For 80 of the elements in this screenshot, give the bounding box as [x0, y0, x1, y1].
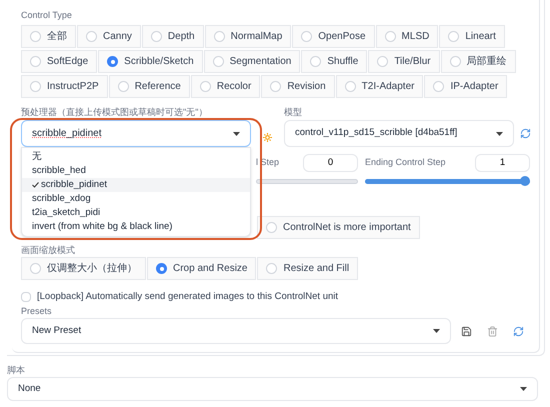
radio[interactable] — [150, 31, 162, 42]
trash-icon — [486, 326, 498, 336]
refresh-icon[interactable] — [520, 128, 531, 139]
radio-label: 仅调整大小（拉伸） — [47, 262, 137, 276]
radio-label: NormalMap — [230, 30, 282, 44]
radio[interactable] — [30, 56, 41, 67]
radio[interactable] — [450, 56, 461, 67]
number-field[interactable]: 0 — [303, 154, 358, 172]
section-label: 画面缩放模式 — [21, 244, 76, 257]
radio-label: 局部重绘 — [466, 54, 507, 69]
radio[interactable] — [156, 263, 167, 274]
slider[interactable] — [365, 176, 530, 186]
dropdown-option[interactable]: scribble_hed — [22, 164, 250, 178]
radio[interactable] — [30, 31, 41, 42]
radio-label: Canny — [103, 30, 132, 44]
radio[interactable] — [200, 81, 211, 92]
radio-label: Depth — [168, 30, 195, 44]
radio-label: Recolor — [216, 80, 252, 94]
radio-label: 全部 — [47, 30, 67, 44]
radio-label: ControlNet is more important — [283, 221, 411, 235]
dropdown-option[interactable]: scribble_pidinet — [22, 178, 250, 192]
radio[interactable] — [30, 263, 41, 274]
radio[interactable] — [212, 56, 224, 67]
radio[interactable] — [377, 56, 388, 67]
radio-label: Resize and Fill — [283, 262, 350, 276]
radio-label: T2I-Adapter — [362, 80, 414, 94]
radio-label: MLSD — [402, 30, 430, 44]
radio-label: Lineart — [465, 30, 496, 44]
radio[interactable] — [118, 81, 129, 92]
radio[interactable] — [107, 56, 118, 67]
radio[interactable] — [448, 31, 460, 42]
section-label: 脚本 — [7, 364, 26, 377]
slider-label: Ending Control Step — [365, 156, 446, 170]
section-label: Control Type — [21, 9, 73, 22]
radio-label: Tile/Blur — [394, 55, 431, 69]
preset-select[interactable]: New Preset — [21, 318, 451, 344]
radio-label: OpenPose — [318, 30, 366, 44]
checkbox[interactable] — [21, 292, 31, 302]
checkbox-label: [Loopback] Automatically send generated images to this ControlNet unit — [37, 290, 338, 304]
dropdown-option[interactable]: t2ia_sketch_pidi — [22, 206, 250, 220]
check-icon — [32, 182, 39, 188]
radio-label: Crop and Resize — [173, 262, 248, 276]
refresh-icon — [512, 326, 524, 336]
radio[interactable] — [301, 31, 312, 42]
radio-label: SoftEdge — [47, 55, 88, 69]
caret-icon — [520, 387, 527, 391]
sun-icon — [263, 133, 272, 142]
radio[interactable] — [310, 56, 322, 67]
preprocessor-select[interactable]: scribble_pidinet — [21, 120, 251, 147]
radio-label: Reference — [134, 80, 181, 94]
script-select[interactable]: None — [7, 377, 538, 401]
radio-label: Scribble/Sketch — [124, 55, 194, 69]
radio[interactable] — [86, 31, 97, 42]
dropdown-option[interactable]: scribble_xdog — [22, 192, 250, 206]
caret-icon — [233, 132, 240, 136]
radio[interactable] — [270, 81, 282, 92]
radio-label: Segmentation — [230, 55, 292, 69]
field-label: 模型 — [284, 106, 303, 118]
caret-icon — [496, 132, 503, 136]
radio[interactable] — [266, 263, 278, 274]
radio[interactable] — [214, 31, 225, 42]
slider[interactable] — [256, 176, 358, 186]
radio-label: InstructP2P — [47, 80, 99, 94]
dropdown-option[interactable]: invert (from white bg & black line) — [22, 220, 250, 234]
dropdown-option[interactable]: 无 — [22, 150, 250, 164]
radio[interactable] — [266, 222, 277, 233]
radio[interactable] — [384, 31, 396, 42]
radio-label: Revision — [287, 80, 326, 94]
radio[interactable] — [30, 81, 41, 92]
radio[interactable] — [344, 81, 356, 92]
radio-label: Shuffle — [327, 55, 358, 69]
slider-thumb[interactable] — [520, 176, 530, 186]
number-field[interactable]: 1 — [475, 154, 530, 172]
radio-label: IP-Adapter — [450, 80, 498, 94]
field-label: 预处理器（直接上传模式图或草稿时可选"无"） — [21, 106, 208, 118]
caret-icon — [433, 329, 440, 333]
section-label: Presets — [21, 305, 53, 318]
save-icon — [460, 326, 472, 336]
radio[interactable] — [433, 81, 444, 92]
model-select[interactable]: control_v11p_sd15_scribble [d4ba51ff] — [284, 120, 514, 147]
